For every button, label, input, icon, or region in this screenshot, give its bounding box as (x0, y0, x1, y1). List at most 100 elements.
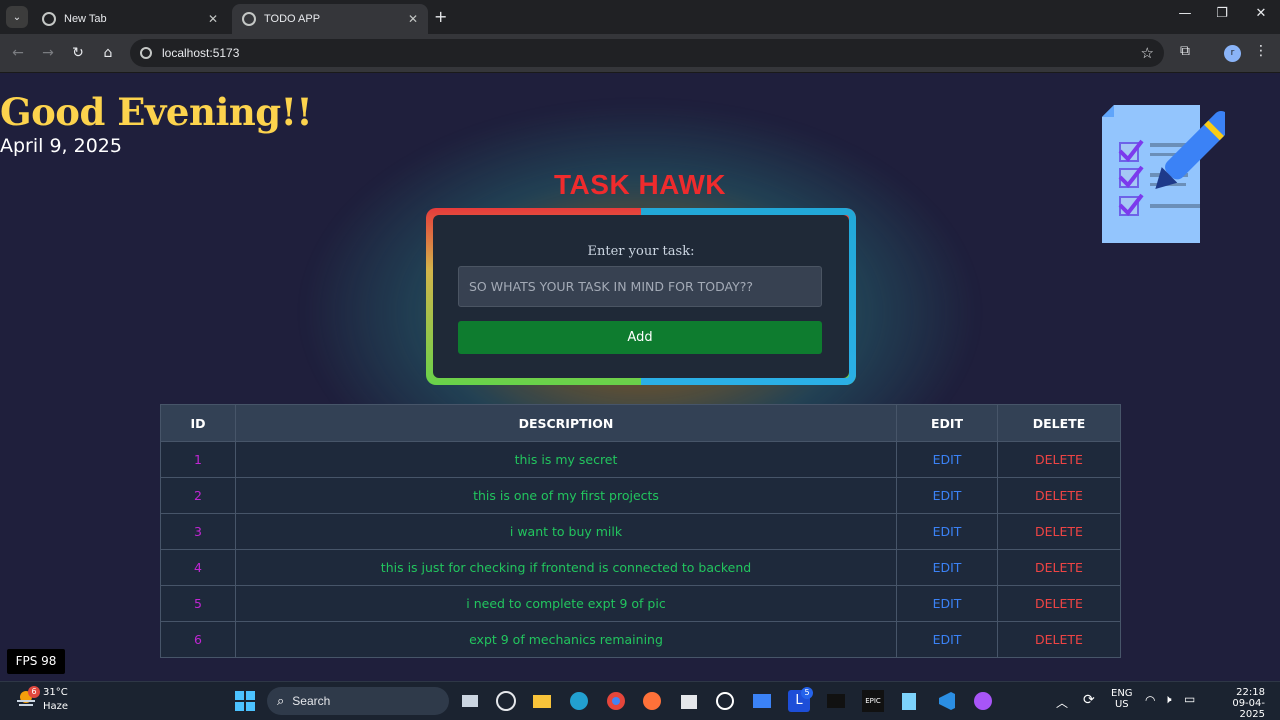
windows-taskbar: 6 31°C Haze ⌕ Search L 5 EPIC ︿ ⟳ ENG US… (0, 681, 1280, 720)
chrome-icon[interactable] (605, 690, 627, 712)
tasks-table: ID DESCRIPTION EDIT DELETE 1 this is my … (160, 404, 1121, 658)
search-icon: ⌕ (277, 693, 285, 709)
checklist-icon (1102, 105, 1225, 243)
table-row: 2 this is one of my first projects EDIT … (160, 477, 1121, 514)
table-row: 6 expt 9 of mechanics remaining EDIT DEL… (160, 621, 1121, 658)
battery-icon[interactable]: ▭ (1184, 692, 1195, 706)
tab-title: New Tab (64, 13, 107, 25)
task-id: 1 (160, 441, 236, 478)
language-label: ENG (1111, 688, 1133, 699)
volume-icon[interactable]: 🕨 (1164, 692, 1172, 707)
extensions-icon[interactable]: ⧉ (1180, 43, 1190, 59)
header-delete: DELETE (997, 404, 1121, 442)
site-info-icon[interactable] (140, 47, 152, 59)
tab-strip: ⌄ New Tab ✕ TODO APP ✕ + — ❐ ✕ (0, 0, 1280, 34)
delete-button[interactable]: DELETE (997, 477, 1121, 514)
wifi-icon[interactable]: ◠ (1145, 693, 1155, 707)
notepad-icon[interactable] (898, 690, 920, 712)
maximize-button[interactable]: ❐ (1207, 6, 1237, 21)
clock[interactable]: 22:18 09-04-2025 (1212, 687, 1265, 720)
profile-avatar[interactable]: r (1224, 45, 1241, 62)
task-id: 5 (160, 585, 236, 622)
back-button[interactable]: ← (8, 43, 28, 63)
app-title: TASK HAWK (554, 169, 726, 200)
delete-button[interactable]: DELETE (997, 549, 1121, 586)
copilot-icon[interactable] (972, 690, 994, 712)
menu-icon[interactable]: ⋮ (1254, 43, 1268, 59)
language-indicator[interactable]: ENG US (1111, 688, 1133, 710)
edit-button[interactable]: EDIT (896, 513, 998, 550)
header-edit: EDIT (896, 404, 998, 442)
weather-temp: 31°C (43, 687, 68, 698)
chatgpt-icon[interactable] (714, 690, 736, 712)
current-date: April 9, 2025 (0, 135, 122, 157)
task-description: this is just for checking if frontend is… (235, 549, 897, 586)
weather-badge: 6 (28, 686, 40, 698)
delete-button[interactable]: DELETE (997, 441, 1121, 478)
header-description: DESCRIPTION (235, 404, 897, 442)
fps-counter: FPS 98 (7, 649, 65, 674)
store-icon[interactable] (678, 690, 700, 712)
table-row: 5 i need to complete expt 9 of pic EDIT … (160, 585, 1121, 622)
home-button[interactable]: ⌂ (98, 43, 118, 63)
task-input-label: Enter your task: (587, 244, 695, 259)
tab-todo-app[interactable]: TODO APP ✕ (232, 4, 428, 34)
table-row: 3 i want to buy milk EDIT DELETE (160, 513, 1121, 550)
photos-icon[interactable] (751, 690, 773, 712)
url-text[interactable]: localhost:5173 (162, 46, 239, 60)
table-row: 4 this is just for checking if frontend … (160, 549, 1121, 586)
file-explorer-icon[interactable] (531, 690, 553, 712)
tab-new-tab[interactable]: New Tab ✕ (32, 4, 228, 34)
terminal-icon[interactable] (825, 690, 847, 712)
chevron-up-icon[interactable]: ︿ (1056, 694, 1068, 711)
table-header-row: ID DESCRIPTION EDIT DELETE (160, 404, 1121, 442)
edit-button[interactable]: EDIT (896, 441, 998, 478)
firefox-icon[interactable] (641, 690, 663, 712)
close-window-button[interactable]: ✕ (1246, 6, 1276, 21)
minimize-button[interactable]: — (1170, 6, 1200, 21)
delete-button[interactable]: DELETE (997, 513, 1121, 550)
address-bar[interactable]: localhost:5173 ☆ (130, 39, 1164, 67)
task-view-icon[interactable] (459, 690, 481, 712)
task-id: 6 (160, 621, 236, 658)
delete-button[interactable]: DELETE (997, 621, 1121, 658)
greeting-heading: Good Evening!! (0, 90, 313, 134)
edit-button[interactable]: EDIT (896, 477, 998, 514)
task-id: 3 (160, 513, 236, 550)
edit-button[interactable]: EDIT (896, 549, 998, 586)
taskbar-search[interactable]: ⌕ Search (267, 687, 449, 715)
edge-icon[interactable] (568, 690, 590, 712)
edit-button[interactable]: EDIT (896, 585, 998, 622)
task-id: 2 (160, 477, 236, 514)
sync-icon[interactable]: ⟳ (1083, 692, 1095, 708)
close-icon[interactable]: ✕ (408, 12, 418, 26)
bookmark-star-icon[interactable]: ☆ (1141, 44, 1154, 62)
tab-title: TODO APP (264, 13, 321, 25)
new-tab-button[interactable]: + (434, 7, 447, 26)
clock-time: 22:18 (1236, 687, 1265, 698)
header-id: ID (160, 404, 236, 442)
task-input[interactable] (458, 266, 822, 307)
weather-desc: Haze (43, 701, 69, 712)
task-description: this is my secret (235, 441, 897, 478)
vscode-icon[interactable] (935, 690, 957, 712)
close-icon[interactable]: ✕ (208, 12, 218, 26)
whatsapp-icon[interactable] (495, 690, 517, 712)
add-task-button[interactable]: Add (458, 321, 822, 354)
table-row: 1 this is my secret EDIT DELETE (160, 441, 1121, 478)
globe-icon (242, 12, 256, 26)
browser-toolbar: ← → ↻ ⌂ localhost:5173 ☆ ⧉ ⋮ (0, 34, 1280, 73)
delete-button[interactable]: DELETE (997, 585, 1121, 622)
page-content: Good Evening!! April 9, 2025 TASK HAWK E… (0, 73, 1280, 681)
edit-button[interactable]: EDIT (896, 621, 998, 658)
clock-date: 09-04-2025 (1232, 698, 1265, 720)
chrome-icon (42, 12, 56, 26)
task-description: expt 9 of mechanics remaining (235, 621, 897, 658)
tab-search-button[interactable]: ⌄ (6, 6, 28, 28)
notification-badge: 5 (801, 687, 813, 699)
windows-start-icon[interactable] (234, 690, 256, 712)
forward-button[interactable]: → (38, 43, 58, 63)
epic-games-icon[interactable]: EPIC (862, 690, 884, 712)
task-description: i want to buy milk (235, 513, 897, 550)
reload-button[interactable]: ↻ (68, 43, 88, 63)
